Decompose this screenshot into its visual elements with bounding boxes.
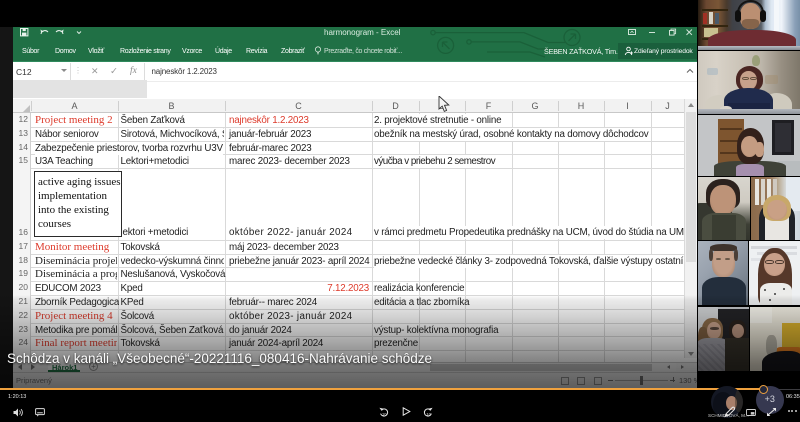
svg-text:10: 10 xyxy=(426,411,431,416)
svg-text:10: 10 xyxy=(382,411,387,416)
